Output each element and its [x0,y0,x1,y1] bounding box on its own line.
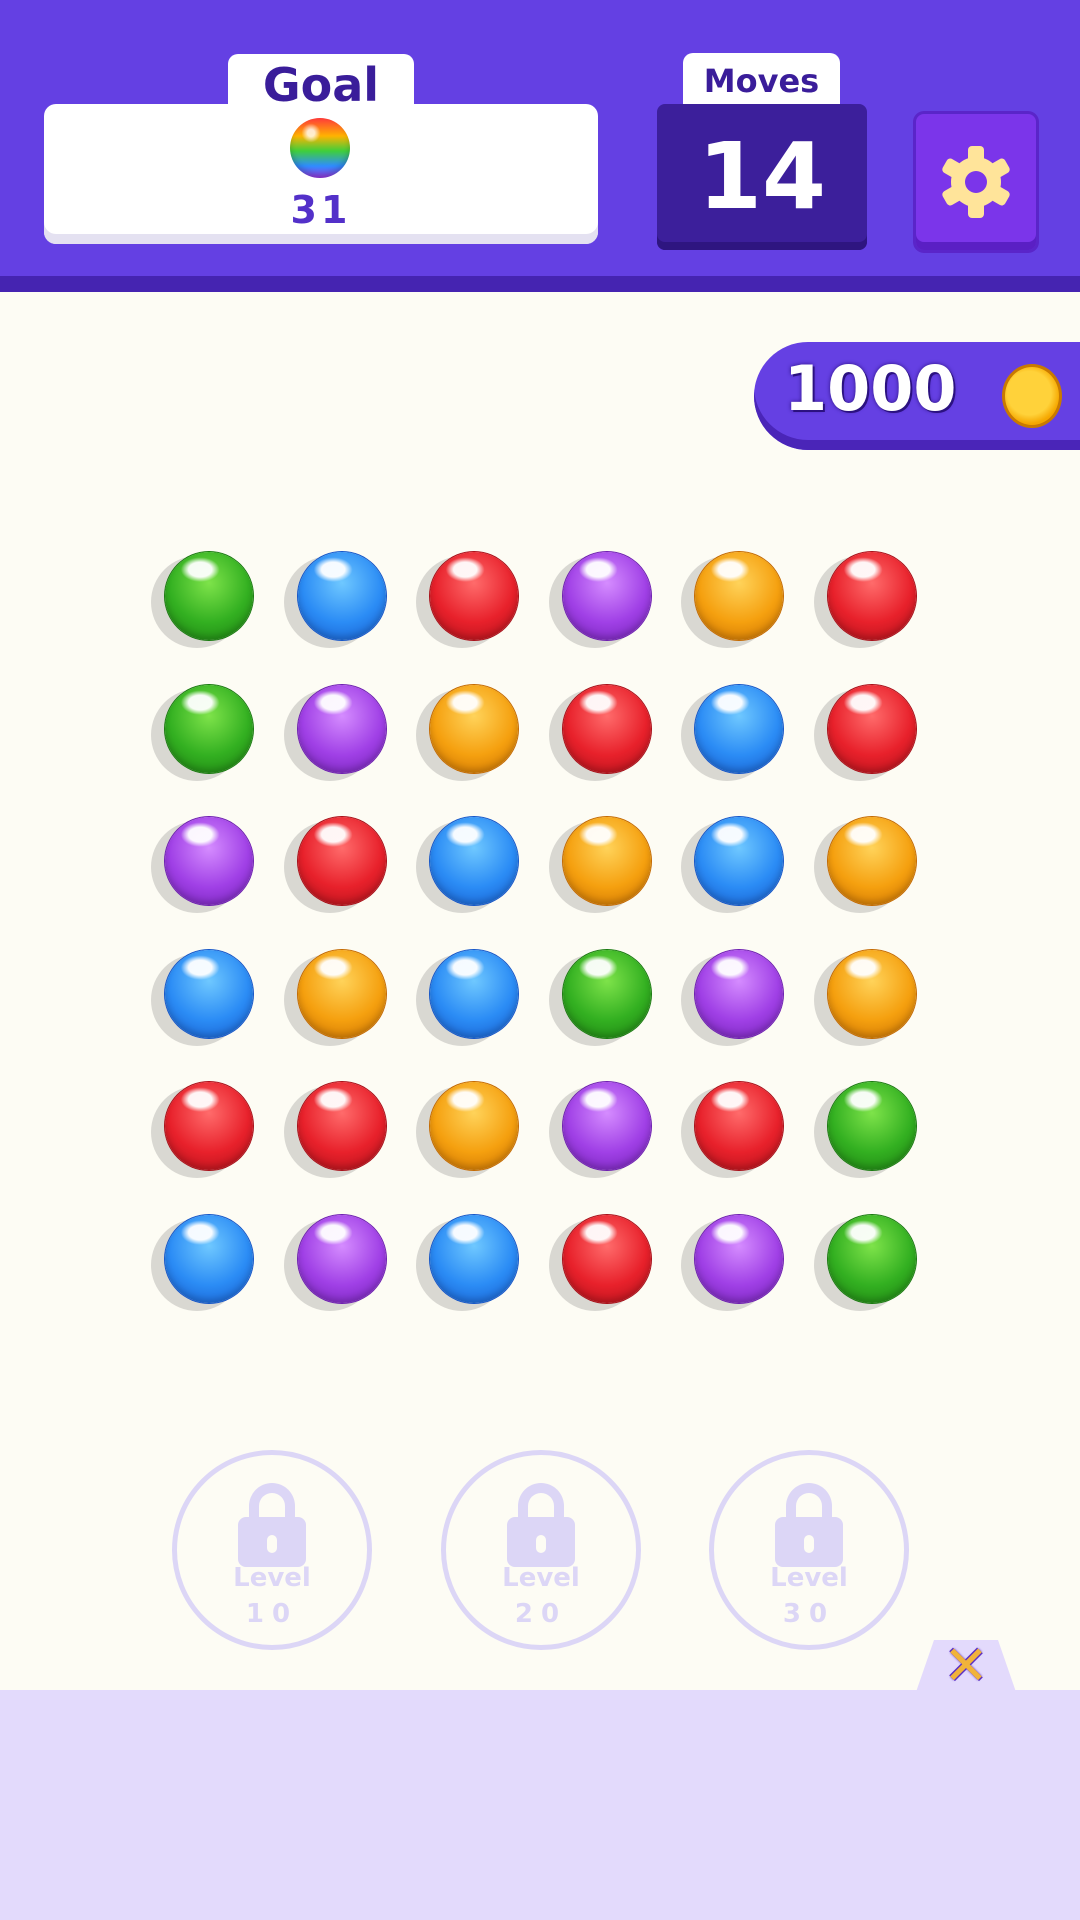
red-ball[interactable] [695,1082,783,1170]
orange-ball[interactable] [827,817,916,905]
goal-panel: 31 [44,104,598,244]
blue-ball[interactable] [695,684,783,773]
blue-ball[interactable] [695,817,783,905]
coin-count: 1000 [784,352,957,425]
locked-level-20[interactable]: Level 20 [441,1450,641,1650]
green-ball[interactable] [165,552,253,640]
red-ball[interactable] [297,817,386,905]
purple-ball[interactable] [695,949,783,1038]
red-ball[interactable] [827,684,916,773]
purple-ball[interactable] [695,1214,783,1303]
orange-ball[interactable] [827,949,916,1038]
red-ball[interactable] [562,1214,651,1303]
red-ball[interactable] [165,1082,253,1170]
orange-ball[interactable] [297,949,386,1038]
moves-counter: 14 [657,104,867,250]
red-ball[interactable] [430,552,518,640]
red-ball[interactable] [827,552,916,640]
lock-level-number: 10 [245,1599,299,1629]
orange-ball[interactable] [695,552,783,640]
lock-keyhole [536,1535,546,1553]
purple-ball[interactable] [297,1214,386,1303]
green-ball[interactable] [827,1214,916,1303]
bottom-panel [0,1690,1080,1920]
lock-level-label: Level [770,1563,848,1593]
settings-button[interactable] [916,114,1036,250]
purple-ball[interactable] [562,1082,651,1170]
close-button[interactable]: ✕ [916,1640,1016,1692]
blue-ball[interactable] [430,949,518,1038]
orange-ball[interactable] [562,817,651,905]
locked-level-30[interactable]: Level 30 [709,1450,909,1650]
blue-ball[interactable] [165,1214,253,1303]
coin-icon [1002,364,1062,428]
red-ball[interactable] [297,1082,386,1170]
orange-ball[interactable] [430,1082,518,1170]
purple-ball[interactable] [165,817,253,905]
gear-icon [942,146,1010,218]
purple-ball[interactable] [562,552,651,640]
lock-level-number: 20 [514,1599,568,1629]
red-ball[interactable] [562,684,651,773]
locked-level-10[interactable]: Level 10 [172,1450,372,1650]
orange-ball[interactable] [430,684,518,773]
rainbow-ball-icon [290,118,350,178]
close-icon: ✕ [943,1634,989,1697]
coin-balance[interactable]: 1000 [754,342,1080,450]
green-ball[interactable] [165,684,253,773]
green-ball[interactable] [827,1082,916,1170]
blue-ball[interactable] [430,817,518,905]
blue-ball[interactable] [430,1214,518,1303]
top-bar: Goal 31 Moves 14 [0,0,1080,292]
blue-ball[interactable] [165,949,253,1038]
green-ball[interactable] [562,949,651,1038]
lock-keyhole [804,1535,814,1553]
lock-level-label: Level [233,1563,311,1593]
blue-ball[interactable] [297,552,386,640]
lock-level-number: 30 [782,1599,836,1629]
goal-count: 31 [290,188,352,232]
moves-label: Moves [683,53,840,105]
lock-level-label: Level [502,1563,580,1593]
lock-keyhole [267,1535,277,1553]
purple-ball[interactable] [297,684,386,773]
